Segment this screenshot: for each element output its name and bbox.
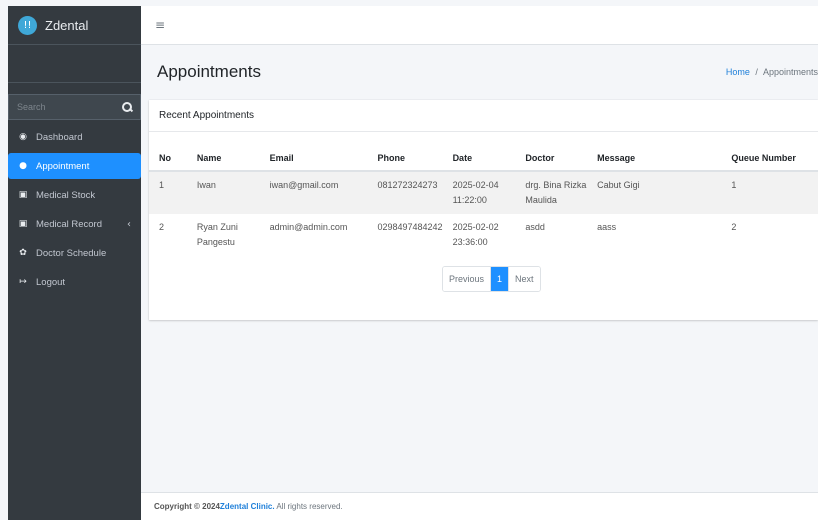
- sidebar-item-label: Medical Stock: [36, 189, 96, 201]
- column-header-queue-number: Queue Number: [721, 145, 818, 172]
- record-icon: ▣: [18, 219, 28, 229]
- box-icon: ▣: [18, 190, 28, 200]
- sidebar-item-label: Appointment: [36, 160, 90, 172]
- sidebar-item-medical-stock[interactable]: ▣ Medical Stock: [8, 182, 141, 208]
- cell-message: aass: [597, 222, 617, 232]
- sidebar: !! Zdental Search ◉ Dashboard ● Appointm…: [8, 6, 141, 520]
- brand[interactable]: !! Zdental: [8, 6, 141, 45]
- footer-brand-link[interactable]: Zdental Clinic.: [220, 502, 275, 511]
- footer: Copyright © 2024 Zdental Clinic. All rig…: [141, 492, 818, 520]
- topbar: ≡: [141, 6, 818, 45]
- cell-no: 2: [159, 222, 165, 232]
- sidebar-item-label: Dashboard: [36, 131, 83, 143]
- breadcrumb-home-link[interactable]: Home: [726, 67, 750, 77]
- cell-doctor: asdd: [525, 222, 545, 232]
- breadcrumb-separator: /: [755, 67, 758, 77]
- chevron-left-icon[interactable]: ‹: [127, 219, 131, 230]
- cell-email: admin@admin.com: [269, 222, 348, 232]
- sidebar-item-label: Logout: [36, 276, 66, 288]
- cell-name: Ryan Zuni Pangestu: [196, 222, 238, 247]
- logout-icon: ↦: [19, 277, 27, 287]
- column-header-message: Message: [587, 145, 722, 172]
- sidebar-item-appointment[interactable]: ● Appointment: [8, 153, 141, 179]
- column-header-email: Email: [259, 145, 368, 172]
- brand-logo-icon: !!: [18, 15, 37, 35]
- sidebar-search[interactable]: Search: [8, 94, 141, 120]
- cell-doctor: drg. Bina Rizka Maulida: [525, 180, 587, 205]
- appointments-table: No Name Email Phone Date Doctor Message …: [149, 145, 818, 256]
- sidebar-item-logout[interactable]: ↦ Logout: [8, 269, 141, 295]
- pagination-next-button[interactable]: Next: [509, 267, 540, 291]
- table-row: 2 Ryan Zuni Pangestu admin@admin.com 029…: [149, 214, 818, 256]
- column-header-phone: Phone: [367, 145, 443, 172]
- pagination-page-1-button[interactable]: 1: [491, 267, 510, 291]
- cell-date: 2025-02-02 23:36:00: [452, 222, 499, 247]
- content-header: Appointments Home / Appointments: [141, 46, 818, 98]
- footer-rights: All rights reserved.: [274, 502, 343, 511]
- cell-phone: 0298497484242: [377, 222, 443, 232]
- column-header-date: Date: [442, 145, 516, 172]
- recent-appointments-card: Recent Appointments No Name Email Phone …: [149, 100, 818, 320]
- brand-name: Zdental: [45, 17, 89, 33]
- cell-queue-number: 2: [731, 222, 737, 232]
- pagination-previous-button[interactable]: Previous: [443, 267, 492, 291]
- sidebar-item-medical-record[interactable]: ▣ Medical Record ‹: [8, 211, 141, 237]
- card-title: Recent Appointments: [149, 100, 818, 132]
- cell-queue-number: 1: [731, 180, 737, 190]
- search-icon[interactable]: [122, 102, 132, 112]
- sidebar-item-dashboard[interactable]: ◉ Dashboard: [8, 124, 141, 150]
- chat-icon: ●: [19, 161, 27, 171]
- search-input[interactable]: Search: [17, 102, 46, 112]
- cell-name: Iwan: [196, 180, 216, 190]
- pagination: Previous 1 Next: [442, 266, 541, 292]
- footer-copyright: Copyright © 2024: [154, 502, 220, 511]
- sidebar-item-label: Medical Record: [36, 218, 102, 230]
- column-header-name: Name: [186, 145, 260, 172]
- cell-message: Cabut Gigi: [597, 180, 640, 190]
- cell-phone: 081272324273: [377, 180, 438, 190]
- sidebar-nav: ◉ Dashboard ● Appointment ▣ Medical Stoc…: [8, 124, 141, 295]
- breadcrumb: Home / Appointments: [726, 67, 818, 77]
- cell-no: 1: [159, 180, 165, 190]
- page-title: Appointments: [157, 62, 261, 81]
- dashboard-icon: ◉: [19, 132, 27, 142]
- cell-date: 2025-02-04 11:22:00: [452, 180, 499, 205]
- menu-icon[interactable]: ≡: [155, 18, 165, 32]
- sidebar-item-doctor-schedule[interactable]: ✿ Doctor Schedule: [8, 240, 141, 266]
- sidebar-user-panel: [8, 45, 141, 83]
- column-header-doctor: Doctor: [515, 145, 588, 172]
- sidebar-item-label: Doctor Schedule: [36, 247, 107, 259]
- table-row: 1 Iwan iwan@gmail.com 081272324273 2025-…: [149, 171, 818, 214]
- cell-email: iwan@gmail.com: [269, 180, 339, 190]
- breadcrumb-current: Appointments: [762, 67, 818, 77]
- calendar-icon: ✿: [19, 248, 27, 258]
- column-header-no: No: [149, 145, 187, 172]
- table-header-row: No Name Email Phone Date Doctor Message …: [149, 145, 818, 172]
